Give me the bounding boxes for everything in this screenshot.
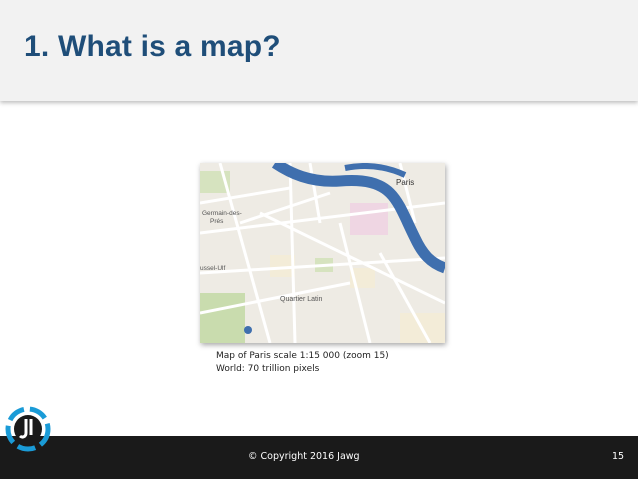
map-caption: Map of Paris scale 1:15 000 (zoom 15) Wo… xyxy=(216,350,389,376)
caption-line-1: Map of Paris scale 1:15 000 (zoom 15) xyxy=(216,351,389,361)
jawg-logo-icon xyxy=(4,405,52,458)
paris-map-image: Paris Quartier Latin Germain-des- Prés u… xyxy=(200,163,445,343)
map-label-quartier-latin: Quartier Latin xyxy=(280,296,323,303)
map-label-pres: Prés xyxy=(210,218,224,225)
map-svg: Paris Quartier Latin Germain-des- Prés u… xyxy=(200,163,445,343)
map-pond xyxy=(244,326,252,334)
map-label-germain: Germain-des- xyxy=(202,210,242,217)
title-bar: 1. What is a map? xyxy=(0,0,638,101)
page-number: 15 xyxy=(612,451,625,462)
map-label-paris: Paris xyxy=(396,178,414,187)
slide-title: 1. What is a map? xyxy=(24,30,281,63)
caption-line-2: World: 70 trillion pixels xyxy=(216,364,320,374)
map-area-ile xyxy=(350,203,388,235)
map-park-luxembourg xyxy=(200,293,245,343)
copyright-text: © Copyright 2016 Jawg xyxy=(248,451,360,462)
map-label-ussel: ussel-Ulf xyxy=(200,265,225,272)
